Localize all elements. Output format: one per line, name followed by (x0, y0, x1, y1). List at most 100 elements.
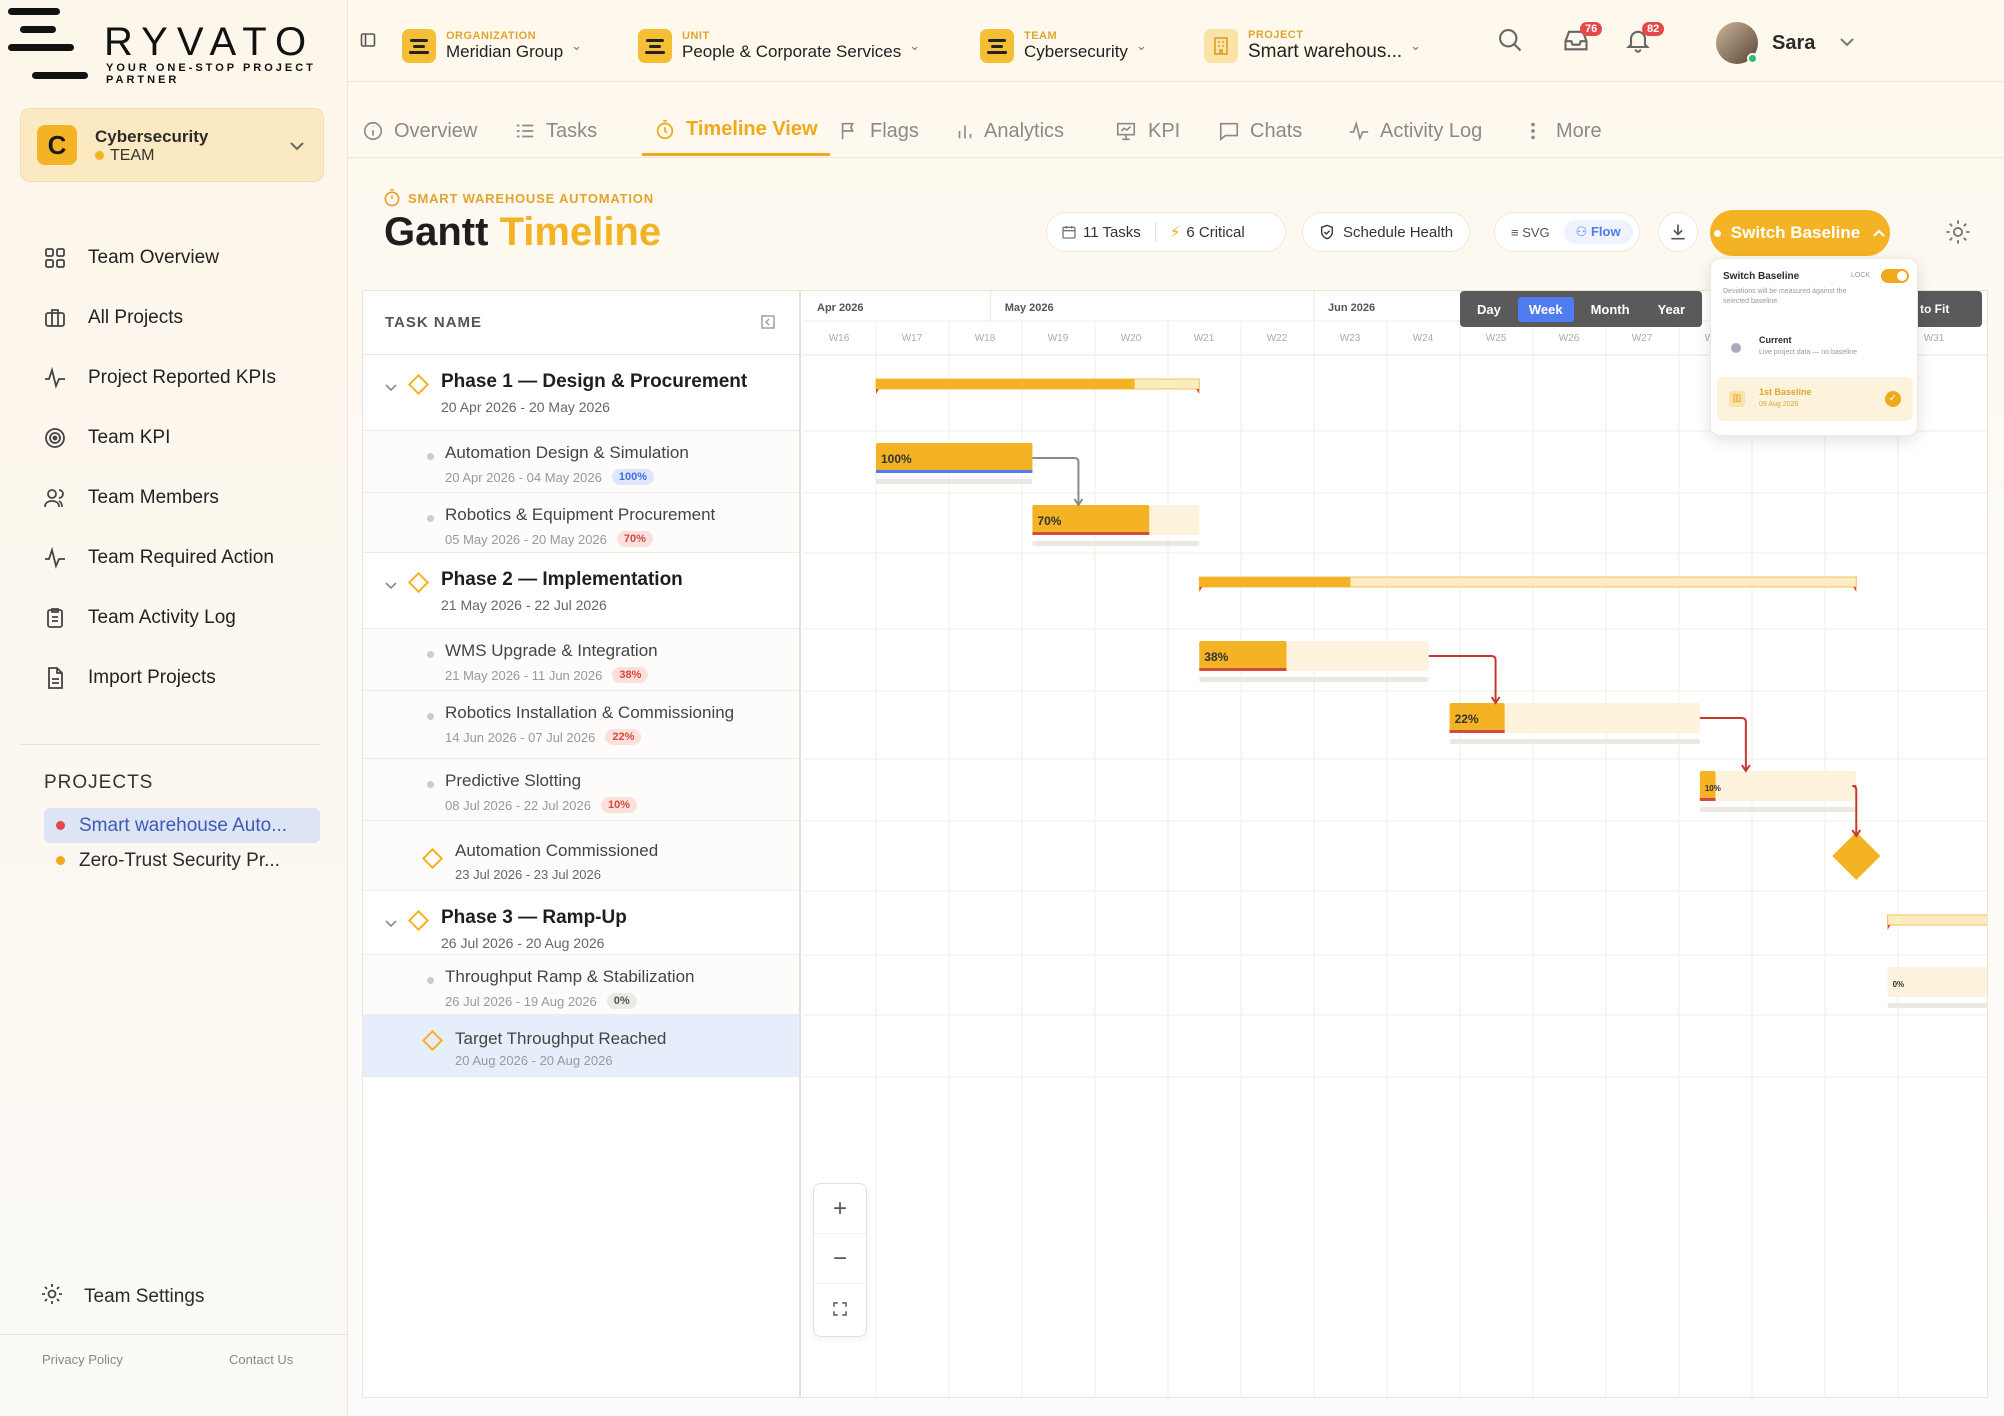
brand-tagline: YOUR ONE-STOP PROJECT PARTNER (106, 62, 316, 86)
baseline-option-current[interactable]: Current Live project data — no baseline (1717, 325, 1913, 369)
tab-kpi[interactable]: KPI (1114, 106, 1180, 156)
task-name: WMS Upgrade & Integration (445, 641, 658, 660)
chevron-down-icon[interactable] (385, 577, 397, 595)
brand-logo[interactable]: RYVATO YOUR ONE-STOP PROJECT PARTNER (8, 6, 348, 86)
switch-baseline-button[interactable]: Switch Baseline (1710, 210, 1890, 256)
app-root: RYVATO YOUR ONE-STOP PROJECT PARTNER C C… (0, 0, 2004, 1416)
sidebar-item-label: Import Projects (88, 667, 216, 688)
task-row[interactable]: Predictive Slotting 08 Jul 2026 - 22 Jul … (363, 759, 799, 821)
sidebar-item-label: All Projects (88, 307, 184, 328)
sidebar-item-all-projects[interactable]: All Projects (20, 288, 324, 348)
inbox-badge: 76 (1580, 22, 1603, 36)
page-title: Gantt Timeline (384, 210, 661, 255)
sidebar-item-label: Team Overview (88, 247, 219, 268)
inbox-button[interactable]: 76 (1562, 22, 1603, 76)
collapse-panel-icon[interactable] (761, 315, 775, 333)
milestone-row[interactable]: Target Throughput Reached 20 Aug 2026 - 2… (363, 1015, 799, 1077)
task-list: TASK NAME Phase 1 — Design & Procurement… (363, 291, 801, 1397)
breadcrumb-unit[interactable]: UNIT People & Corporate Services ⌄ (638, 24, 920, 68)
user-menu[interactable]: Sara (1716, 18, 1855, 68)
tab-overview[interactable]: Overview (362, 106, 477, 156)
tab-flags[interactable]: Flags (838, 106, 919, 156)
sidebar-item-label: Project Reported KPIs (88, 367, 276, 388)
milestone-marker (1832, 831, 1881, 881)
sidebar-toggle-icon[interactable] (360, 32, 376, 53)
tab-label: Tasks (546, 119, 598, 142)
download-button[interactable] (1658, 212, 1698, 252)
phase-row[interactable]: Phase 2 — Implementation 21 May 2026 - 22… (363, 553, 799, 629)
flow-label: Flow (1590, 224, 1621, 239)
task-progress-label: 22% (1455, 712, 1479, 726)
team-name: Cybersecurity (95, 127, 209, 146)
task-row[interactable]: Throughput Ramp & Stabilization 26 Jul 20… (363, 955, 799, 1015)
tab-activity-log[interactable]: Activity Log (1348, 106, 1482, 156)
lock-toggle[interactable] (1881, 269, 1909, 283)
team-settings-link[interactable]: Team Settings (40, 1282, 204, 1312)
sidebar-item-project-kpis[interactable]: Project Reported KPIs (20, 348, 324, 408)
task-row[interactable]: Robotics & Equipment Procurement 05 May 2… (363, 493, 799, 553)
breadcrumb-value: Meridian Group (446, 42, 564, 61)
task-row[interactable]: Robotics Installation & Commissioning 14 … (363, 691, 799, 759)
phase-row[interactable]: Phase 1 — Design & Procurement 20 Apr 202… (363, 355, 799, 431)
project-item-smart-warehouse[interactable]: Smart warehouse Auto... (44, 808, 320, 843)
chevron-down-icon[interactable] (385, 915, 397, 933)
view-week-button[interactable]: Week (1517, 296, 1574, 322)
breadcrumb-project[interactable]: PROJECT Smart warehous... ⌄ (1204, 24, 1421, 68)
phase-name: Phase 3 — Ramp-Up (441, 907, 627, 928)
phase-dates: 20 Apr 2026 - 20 May 2026 (441, 399, 610, 415)
tab-chats[interactable]: Chats (1218, 106, 1302, 156)
zoom-out-button[interactable]: − (814, 1234, 866, 1284)
tab-more[interactable]: More (1530, 106, 1602, 156)
task-dates: 14 Jun 2026 - 07 Jul 2026 (445, 729, 596, 745)
phase-bar (1887, 914, 1987, 926)
task-dates: 08 Jul 2026 - 22 Jul 2026 (445, 797, 591, 813)
task-row[interactable]: Automation Design & Simulation 20 Apr 202… (363, 431, 799, 493)
sidebar-item-team-kpi[interactable]: Team KPI (20, 408, 324, 468)
sidebar-item-label: Team KPI (88, 427, 171, 448)
privacy-policy-link[interactable]: Privacy Policy (42, 1352, 123, 1367)
sidebar-item-import-projects[interactable]: Import Projects (20, 648, 324, 708)
svg-view-button[interactable]: ≡ SVG (1501, 221, 1560, 244)
team-switcher[interactable]: C Cybersecurity TEAM (20, 108, 324, 182)
tab-analytics[interactable]: Analytics (956, 106, 1064, 156)
sidebar-item-team-members[interactable]: Team Members (20, 468, 324, 528)
project-item-zero-trust[interactable]: Zero-Trust Security Pr... (44, 843, 320, 878)
notifications-button[interactable]: 82 (1624, 22, 1665, 76)
bar-chart-icon (956, 120, 974, 142)
search-icon[interactable] (1496, 26, 1524, 76)
sidebar-item-required-action[interactable]: Team Required Action (20, 528, 324, 588)
sidebar-item-activity-log[interactable]: Team Activity Log (20, 588, 324, 648)
view-day-button[interactable]: Day (1466, 297, 1512, 322)
download-icon (1671, 224, 1685, 240)
bullet-icon (427, 453, 434, 460)
bullet-icon (427, 515, 434, 522)
view-month-button[interactable]: Month (1580, 297, 1641, 322)
tab-timeline-view[interactable]: Timeline View (642, 106, 830, 156)
project-label: Smart warehouse Auto... (79, 814, 288, 836)
phase-bar-cap-left (1199, 587, 1203, 592)
clipboard-icon (42, 605, 68, 631)
gear-icon[interactable] (1944, 218, 1972, 251)
breadcrumb-value: Cybersecurity (1024, 42, 1128, 61)
sidebar-item-team-overview[interactable]: Team Overview (20, 228, 324, 288)
breadcrumb-team[interactable]: TEAM Cybersecurity ⌄ (980, 24, 1147, 68)
top-bar: ORGANIZATION Meridian Group ⌄ UNIT People … (348, 0, 2004, 82)
phase-name: Phase 1 — Design & Procurement (441, 371, 748, 392)
critical-count: 6 Critical (1186, 223, 1245, 241)
task-row[interactable]: WMS Upgrade & Integration 21 May 2026 - 1… (363, 629, 799, 691)
fit-screen-button[interactable] (814, 1284, 866, 1334)
contact-us-link[interactable]: Contact Us (229, 1352, 293, 1367)
tab-tasks[interactable]: Tasks (514, 106, 597, 156)
flow-view-button[interactable]: ⚇ Flow (1563, 220, 1633, 244)
breadcrumb-organization[interactable]: ORGANIZATION Meridian Group ⌄ (402, 24, 582, 68)
phase-row[interactable]: Phase 3 — Ramp-Up 26 Jul 2026 - 20 Aug 20… (363, 891, 799, 955)
milestone-row[interactable]: Automation Commissioned 23 Jul 2026 - 23 … (363, 821, 799, 891)
progress-badge: 10% (601, 797, 638, 813)
zoom-to-fit-button[interactable]: to Fit (1918, 291, 1982, 327)
chevron-down-icon[interactable] (385, 379, 397, 397)
more-vertical-icon (1530, 120, 1536, 142)
schedule-health-button[interactable]: Schedule Health (1302, 212, 1471, 252)
view-year-button[interactable]: Year (1647, 297, 1696, 322)
baseline-option-first[interactable]: ▥ 1st Baseline 09 Aug 2026 ✓ (1717, 377, 1913, 421)
zoom-in-button[interactable]: + (814, 1184, 866, 1234)
